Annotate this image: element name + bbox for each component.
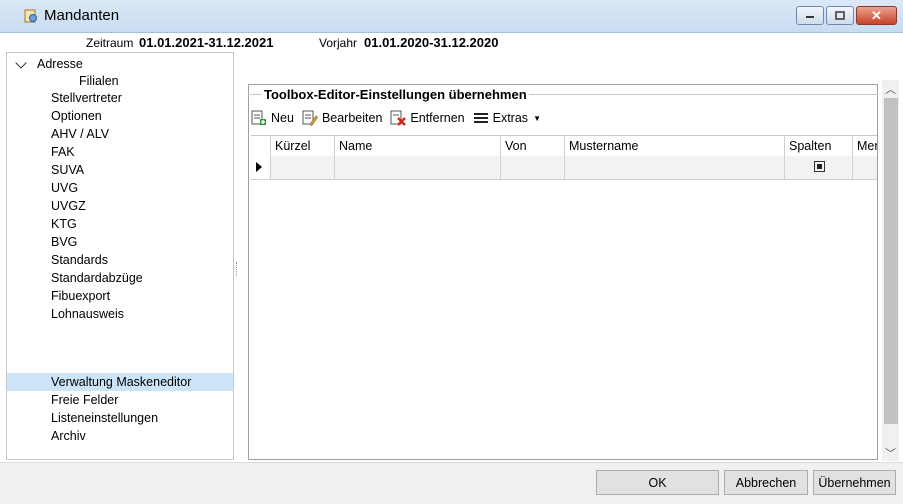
- chevron-up-icon[interactable]: ︿: [882, 80, 899, 97]
- minimize-button[interactable]: [796, 6, 824, 25]
- edit-button[interactable]: Bearbeiten: [302, 110, 382, 126]
- close-button[interactable]: ✕: [856, 6, 897, 25]
- tree-item-fak[interactable]: FAK: [7, 143, 233, 161]
- column-header-kuerzel[interactable]: Kürzel: [271, 136, 335, 156]
- tree-item-adresse[interactable]: Adresse: [7, 55, 233, 73]
- tree-item-filialen[interactable]: Filialen: [7, 72, 233, 90]
- spalten-checkbox[interactable]: [814, 161, 825, 172]
- cell-name[interactable]: [335, 156, 501, 179]
- row-indicator-cell[interactable]: [251, 156, 271, 179]
- tree-item-label: Lohnausweis: [51, 307, 124, 321]
- zeitraum-value: 01.01.2021-31.12.2021: [139, 35, 274, 50]
- tree-item-ahv-alv[interactable]: AHV / ALV: [7, 125, 233, 143]
- tree-item-label: Standards: [51, 253, 108, 267]
- tree-item-label: Verwaltung Maskeneditor: [51, 375, 192, 389]
- new-label: Neu: [271, 111, 294, 125]
- tree-item-fibuexport[interactable]: Fibuexport: [7, 287, 233, 305]
- cell-spalten[interactable]: [785, 156, 853, 179]
- tree-item-archiv[interactable]: Archiv: [7, 427, 233, 445]
- zeitraum-label: Zeitraum: [86, 36, 134, 50]
- tree-item-stellvertreter[interactable]: Stellvertreter: [7, 89, 233, 107]
- tree-item-label: Listeneinstellungen: [51, 411, 159, 425]
- period-bar: Zeitraum 01.01.2021-31.12.2021 Vorjahr 0…: [0, 33, 903, 50]
- vertical-scrollbar[interactable]: ︿ ﹀: [882, 80, 899, 461]
- tree-item-label: FAK: [51, 145, 75, 159]
- mandant-icon: [24, 9, 37, 23]
- window-title: Mandanten: [44, 7, 120, 24]
- maximize-button[interactable]: [826, 6, 854, 25]
- tree-item-label: Optionen: [51, 109, 102, 123]
- tree-item-label: UVG: [51, 181, 79, 195]
- column-header-spalten[interactable]: Spalten: [785, 136, 853, 156]
- tree-item-label: AHV / ALV: [51, 127, 110, 141]
- settings-tree[interactable]: Adresse Filialen Stellvertreter Optionen…: [6, 52, 234, 460]
- title-bar[interactable]: [0, 0, 903, 33]
- chevron-down-icon[interactable]: ﹀: [882, 444, 899, 461]
- tree-item-label: BVG: [51, 235, 78, 249]
- cell-von[interactable]: [501, 156, 565, 179]
- row-header-corner: [251, 136, 271, 156]
- cancel-button[interactable]: Abbrechen: [724, 470, 808, 495]
- tree-item-label: Standardabzüge: [51, 271, 143, 285]
- tree-item-label: Archiv: [51, 429, 86, 443]
- tree-item-label: KTG: [51, 217, 77, 231]
- tree-item-label: Adresse: [37, 57, 83, 71]
- scrollbar-thumb[interactable]: [884, 98, 898, 424]
- tree-item-bvg[interactable]: BVG: [7, 233, 233, 251]
- ok-button[interactable]: OK: [596, 470, 719, 495]
- edit-label: Bearbeiten: [321, 111, 383, 125]
- tree-item-label: Fibuexport: [51, 289, 111, 303]
- tree-item-listeneinstellungen[interactable]: Listeneinstellungen: [7, 409, 233, 427]
- new-button[interactable]: Neu: [251, 110, 294, 126]
- grid-header: Kürzel Name Von Mustername Spalten Mer: [251, 135, 877, 157]
- apply-button[interactable]: Übernehmen: [813, 470, 896, 495]
- column-header-von[interactable]: Von: [501, 136, 565, 156]
- chevron-down-icon: ▼: [533, 113, 541, 123]
- close-icon: ✕: [871, 7, 882, 23]
- tree-item-ktg[interactable]: KTG: [7, 215, 233, 233]
- tree-item-label: UVGZ: [51, 199, 86, 213]
- cell-mer[interactable]: [853, 156, 877, 179]
- tree-item-label: Stellvertreter: [51, 91, 122, 105]
- chevron-down-icon[interactable]: [15, 57, 27, 69]
- vorjahr-value: 01.01.2020-31.12.2020: [364, 35, 499, 50]
- delete-icon: [390, 110, 407, 126]
- group-title: Toolbox-Editor-Einstellungen übernehmen: [262, 87, 529, 102]
- tree-item-uvg[interactable]: UVG: [7, 179, 233, 197]
- tree-item-lohnausweis[interactable]: Lohnausweis: [7, 305, 233, 323]
- new-record-icon: [251, 110, 266, 125]
- current-row-icon: [256, 162, 262, 172]
- extras-menu-button[interactable]: Extras ▼: [473, 110, 541, 126]
- tree-item-standardabzuege[interactable]: Standardabzüge: [7, 269, 233, 287]
- vorjahr-label: Vorjahr: [319, 36, 358, 50]
- table-row[interactable]: [251, 156, 877, 180]
- tree-item-verwaltung-maskeneditor[interactable]: Verwaltung Maskeneditor: [7, 373, 233, 391]
- panel-splitter[interactable]: [236, 262, 240, 276]
- delete-button[interactable]: Entfernen: [390, 110, 465, 126]
- extras-label: Extras: [492, 111, 529, 125]
- tree-item-optionen[interactable]: Optionen: [7, 107, 233, 125]
- tree-item-freie-felder[interactable]: Freie Felder: [7, 391, 233, 409]
- minimize-icon: [806, 15, 814, 18]
- grid-toolbar: Neu Bearbeiten Entfernen Extras ▼: [251, 106, 549, 130]
- column-header-mustername[interactable]: Mustername: [565, 136, 785, 156]
- tree-item-label: Filialen: [79, 74, 119, 88]
- tree-item-label: Freie Felder: [51, 393, 119, 407]
- maximize-icon: [835, 11, 845, 20]
- tree-item-uvgz[interactable]: UVGZ: [7, 197, 233, 215]
- menu-icon: [473, 113, 488, 123]
- cell-mustername[interactable]: [565, 156, 785, 179]
- delete-label: Entfernen: [410, 111, 465, 125]
- tree-item-label: SUVA: [51, 163, 85, 177]
- cell-kuerzel[interactable]: [271, 156, 335, 179]
- tree-item-suva[interactable]: SUVA: [7, 161, 233, 179]
- tree-item-standards[interactable]: Standards: [7, 251, 233, 269]
- edit-icon: [302, 110, 318, 126]
- column-header-mer[interactable]: Mer: [853, 136, 877, 156]
- column-header-name[interactable]: Name: [335, 136, 501, 156]
